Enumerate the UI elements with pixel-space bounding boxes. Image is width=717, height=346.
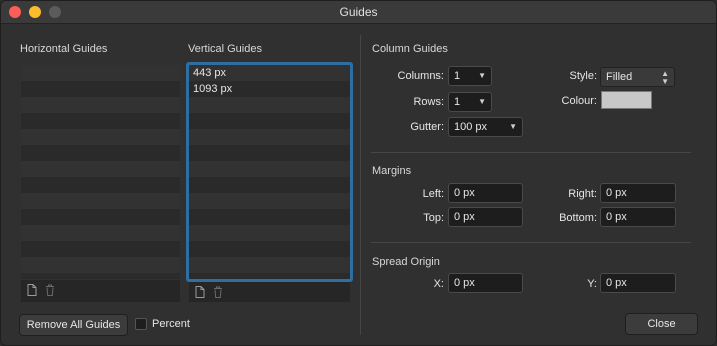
list-item — [21, 145, 180, 161]
list-item — [21, 177, 180, 193]
add-guide-icon[interactable] — [195, 286, 205, 298]
delete-guide-icon[interactable] — [45, 284, 55, 296]
list-item — [21, 81, 180, 97]
section-divider — [371, 152, 691, 153]
delete-guide-icon[interactable] — [213, 286, 223, 298]
list-item — [21, 209, 180, 225]
top-margin-label: Top: — [423, 212, 444, 224]
horizontal-guides-list[interactable] — [21, 65, 180, 279]
list-item — [21, 113, 180, 129]
percent-label: Percent — [152, 318, 190, 330]
window-title: Guides — [339, 5, 378, 19]
list-item — [21, 161, 180, 177]
margins-header: Margins — [372, 165, 412, 177]
percent-checkbox[interactable] — [135, 318, 147, 330]
section-divider — [371, 242, 691, 243]
right-margin-label: Right: — [568, 188, 597, 200]
bottom-margin-field[interactable]: 0 px — [600, 207, 676, 227]
colour-label: Colour: — [561, 95, 597, 107]
add-guide-icon[interactable] — [27, 284, 37, 296]
dropdown-arrow-icon: ▼ — [478, 71, 486, 80]
colour-swatch[interactable] — [601, 91, 652, 109]
origin-x-field[interactable]: 0 px — [448, 273, 523, 293]
dropdown-arrow-icon: ▼ — [509, 122, 517, 131]
vertical-guides-footer — [189, 282, 350, 302]
remove-all-guides-button[interactable]: Remove All Guides — [19, 314, 128, 336]
rows-select[interactable]: 1 ▼ — [448, 92, 492, 112]
gutter-label: Gutter: — [410, 121, 444, 133]
style-select[interactable]: Filled ▲ ▼ — [600, 67, 675, 87]
list-item — [21, 257, 180, 273]
right-margin-field[interactable]: 0 px — [600, 183, 676, 203]
columns-label: Columns: — [397, 70, 444, 82]
style-label: Style: — [569, 70, 597, 82]
guides-dialog: Guides Horizontal Guides Vertical Guides… — [0, 0, 717, 346]
columns-select[interactable]: 1 ▼ — [448, 66, 492, 86]
close-button[interactable]: Close — [625, 313, 698, 335]
origin-x-label: X: — [433, 278, 444, 290]
origin-y-label: Y: — [587, 278, 597, 290]
spread-origin-header: Spread Origin — [372, 256, 440, 268]
title-bar: Guides — [1, 1, 716, 24]
list-item — [21, 65, 180, 81]
origin-y-field[interactable]: 0 px — [600, 273, 676, 293]
horizontal-guides-header: Horizontal Guides — [20, 43, 108, 55]
left-margin-field[interactable]: 0 px — [448, 183, 523, 203]
dropdown-arrow-icon: ▼ — [478, 97, 486, 106]
top-margin-field[interactable]: 0 px — [448, 207, 523, 227]
panel-divider — [360, 35, 361, 335]
column-guides-header: Column Guides — [372, 43, 448, 55]
list-item — [21, 225, 180, 241]
rows-label: Rows: — [413, 96, 444, 108]
vertical-guides-focus-ring — [186, 62, 353, 282]
list-item — [21, 193, 180, 209]
vertical-guides-header: Vertical Guides — [188, 43, 262, 55]
list-item — [21, 241, 180, 257]
horizontal-guides-footer — [21, 280, 180, 302]
bottom-margin-label: Bottom: — [559, 212, 597, 224]
list-item — [21, 129, 180, 145]
gutter-select[interactable]: 100 px ▼ — [448, 117, 523, 137]
list-item — [21, 97, 180, 113]
stepper-arrows-icon: ▲ ▼ — [661, 69, 669, 86]
left-margin-label: Left: — [422, 188, 444, 200]
